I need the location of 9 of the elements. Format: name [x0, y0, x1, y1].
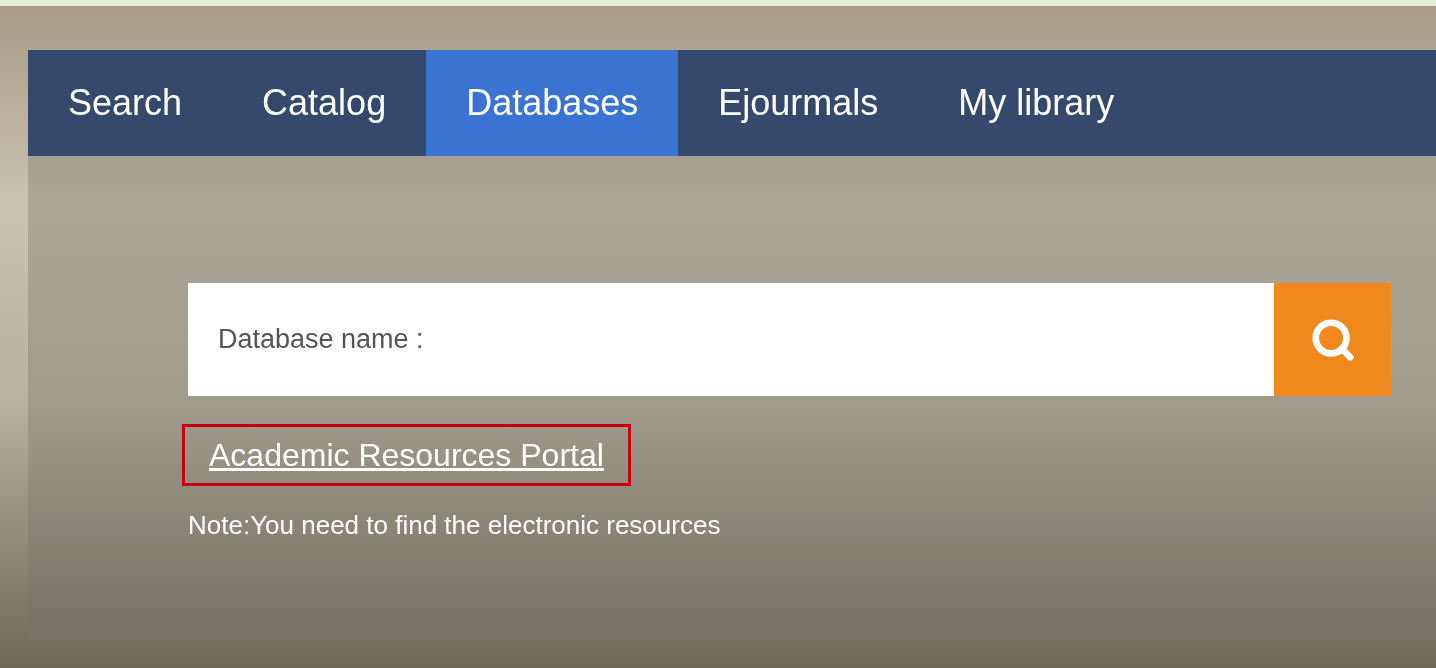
search-icon	[1309, 316, 1356, 363]
nav-tab[interactable]: Databases	[426, 50, 679, 156]
nav-tab[interactable]: Search	[28, 50, 223, 156]
nav-tab[interactable]: My library	[918, 50, 1155, 156]
search-field[interactable]: Database name :	[188, 283, 1274, 396]
nav-tab[interactable]: Ejourmals	[678, 50, 919, 156]
search-button[interactable]	[1274, 283, 1391, 396]
nav-tab[interactable]: Catalog	[222, 50, 427, 156]
note-text: Note:You need to find the electronic resources	[188, 509, 722, 542]
